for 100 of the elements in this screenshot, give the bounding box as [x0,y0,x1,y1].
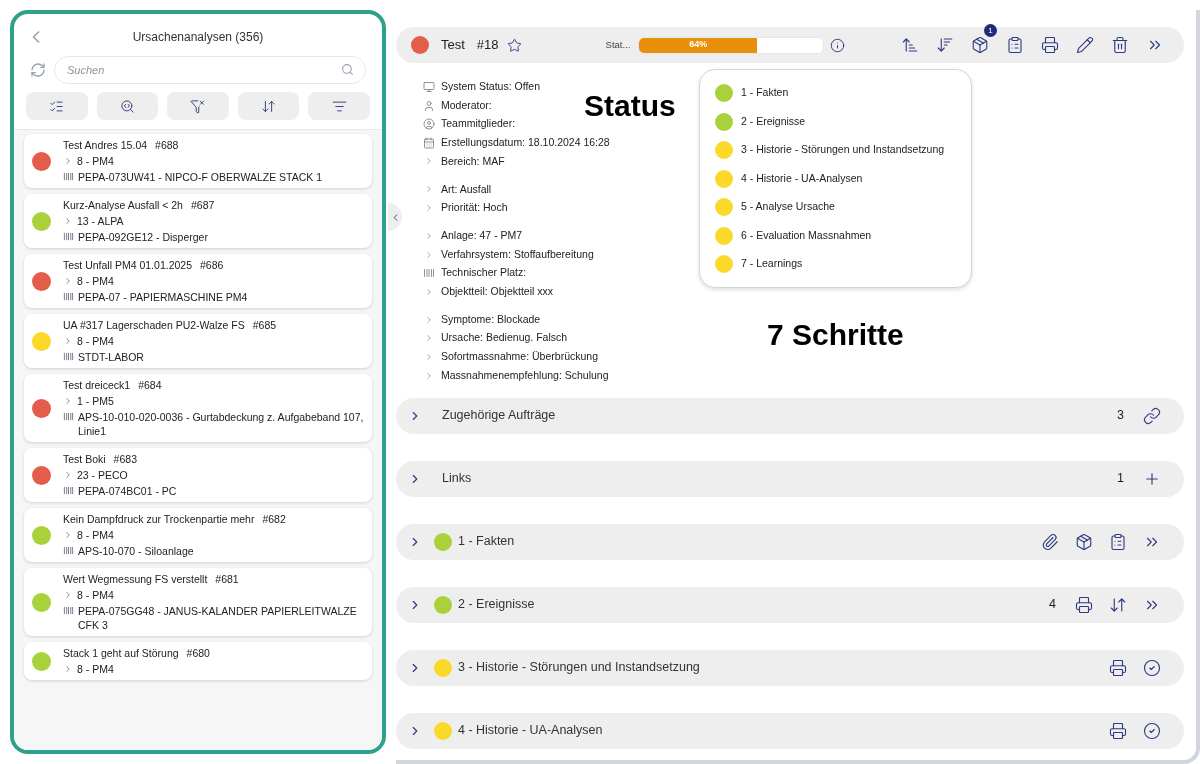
chevron-icon [63,276,73,286]
detail-field: Moderator: [441,97,492,114]
section-header[interactable]: Zugehörige Aufträge 3 [396,397,1184,434]
analysis-card[interactable]: Test dreiceck1 #684 1 - PM5 APS-10-010-020-0036 - Gurtabdeckung z. Aufgabeband 107, Linie1 [24,374,372,442]
section-header[interactable]: 3 - Historie - Störungen und Instandsetzung [396,649,1184,686]
progress-reading: 64% [689,38,708,52]
analysis-card[interactable]: Kurz-Analyse Ausfall < 2h #687 13 - ALPA PEPA-092GE12 - Disperger [24,194,372,248]
barcode-icon [63,171,74,182]
search-settings-icon[interactable] [96,92,159,120]
analysis-card[interactable]: UA #317 Lagerschaden PU2-Walze FS #685 8 - PM4 STDT-LABOR [24,314,372,368]
info-icon[interactable] [830,37,846,53]
section-count: 3 [1117,407,1124,425]
section-title: Zugehörige Aufträge [442,407,556,425]
analysis-card[interactable]: Test Boki #683 23 - PECO PEPA-074BC01 - PC [24,448,372,502]
step-label: 6 - Evaluation Massnahmen [741,227,872,243]
card-number: #688 [155,138,179,152]
card-number: #680 [186,646,210,660]
chevron-icon [424,351,434,362]
detail-field: Anlage: 47 - PM7 [441,228,523,244]
analysis-card[interactable]: Test Unfall PM4 01.01.2025 #686 8 - PM4 PEPA-07 - PAPIERMASCHINE PM4 [24,254,372,308]
section-count: 4 [1049,596,1056,614]
section-title: Links [442,470,472,488]
card-area: 8 - PM4 [77,274,114,288]
card-title: Stack 1 geht auf Störung [63,646,179,660]
search-field[interactable]: Suchen [54,56,366,84]
search-icon [341,63,354,76]
list-title: Ursachenanalysen (356) [131,29,265,46]
section-title: 1 - Fakten [458,533,515,551]
card-title: UA #317 Lagerschaden PU2-Walze FS [63,318,245,332]
card-title: Test Unfall PM4 01.01.2025 [63,258,192,272]
barcode-icon [63,605,74,616]
card-place: APS-10-010-020-0036 - Gurtabdeckung z. Aufgabeband 107, Linie1 [78,410,364,438]
card-number: #687 [190,198,215,212]
card-number: #682 [262,512,286,526]
section-title: 2 - Ereignisse [458,596,535,614]
analysis-card[interactable]: Test Andres 15.04 #688 8 - PM4 PEPA-073UW41 - NIPCO-F OBERWALZE STACK 1 [24,134,372,188]
star-icon[interactable] [506,37,522,53]
barcode-icon [63,411,74,422]
card-place: PEPA-07 - PAPIERMASCHINE PM4 [78,290,248,304]
chevron-icon [424,370,434,381]
detail-field: Massnahmenempfehlung: Schulung [441,367,609,384]
card-place: PEPA-073UW41 - NIPCO-F OBERWALZE STACK 1 [78,170,323,184]
chevron-icon [63,156,73,166]
section-title: 3 - Historie - Störungen und Instandsetzung [458,659,700,677]
step-label: 3 - Historie - Störungen und Instandsetzung [741,142,945,158]
section-header[interactable]: 4 - Historie - UA-Analysen [396,712,1184,749]
checklist-icon[interactable] [26,92,88,120]
monitor-icon [423,81,435,93]
section-title: 4 - Historie - UA-Analysen [458,722,603,740]
detail-field: Bereich: MAF [441,153,505,170]
card-place: PEPA-074BC01 - PC [78,484,177,498]
card-area: 1 - PM5 [77,394,114,408]
detail-field: Ursache: Bedienug. Falsch [441,330,568,347]
card-number: #684 [138,378,162,392]
analysis-title: Test [441,36,465,55]
section-header[interactable]: 1 - Fakten [396,523,1184,560]
chevron-icon [63,530,73,540]
barcode-icon [63,291,74,302]
card-title: Wert Wegmessung FS verstellt [63,572,208,586]
barcode-icon [63,485,74,496]
annotation-text: 7 Schritte [767,317,904,353]
analysis-card[interactable]: Kein Dampfdruck zur Trockenpartie mehr #682 8 - PM4 APS-10-070 - Siloanlage [24,508,372,562]
section-header[interactable]: Links 1 [396,460,1184,497]
chevron-icon [424,156,434,167]
refresh-icon[interactable] [30,62,46,78]
progress-label: Stat... [605,37,631,52]
step-label: 2 - Ereignisse [741,113,806,129]
detail-field: Erstellungsdatum: 18.10.2024 16:28 [441,134,610,151]
chevron-icon [424,230,434,241]
card-title: Kurz-Analyse Ausfall < 2h [63,198,183,212]
card-area: 23 - PECO [77,468,128,482]
detail-field: Priorität: Hoch [441,200,508,216]
analysis-card[interactable]: Stack 1 geht auf Störung #680 8 - PM4 [24,642,372,680]
chevron-icon [424,202,434,213]
card-area: 8 - PM4 [77,662,114,676]
detail-field: System Status: Offen [441,79,541,95]
detail-field: Sofortmassnahme: Überbrückung [441,349,598,365]
card-area: 13 - ALPA [77,214,124,228]
user-icon [423,99,435,112]
section-count: 1 [1117,470,1124,488]
card-number: #683 [113,452,137,466]
analysis-card[interactable]: Wert Wegmessung FS verstellt #681 8 - PM4 PEPA-075GG48 - JANUS-KALANDER PAPIERLEITWALZE CFK 3 [24,568,372,636]
notification-badge: 1 [984,24,997,37]
chevron-icon [424,286,434,297]
chevron-icon [63,664,73,674]
chevron-icon [424,184,434,195]
barcode-icon [63,231,74,242]
detail-field: Verfahrsystem: Stoffaufbereitung [441,246,594,263]
card-area: 8 - PM4 [77,528,114,542]
analysis-number: #18 [476,36,499,55]
section-header[interactable]: 2 - Ereignisse 4 [396,586,1184,623]
step-label: 1 - Fakten [741,85,789,101]
card-place: APS-10-070 - Siloanlage [78,544,194,558]
chevron-icon [424,314,434,325]
step-label: 7 - Learnings [741,256,803,272]
detail-field: Teammitglieder: [441,116,516,133]
detail-field: Objektteil: Objektteil xxx [441,283,554,300]
chevron-icon [63,470,73,480]
chevron-icon [424,249,434,260]
card-area: 8 - PM4 [77,334,114,348]
